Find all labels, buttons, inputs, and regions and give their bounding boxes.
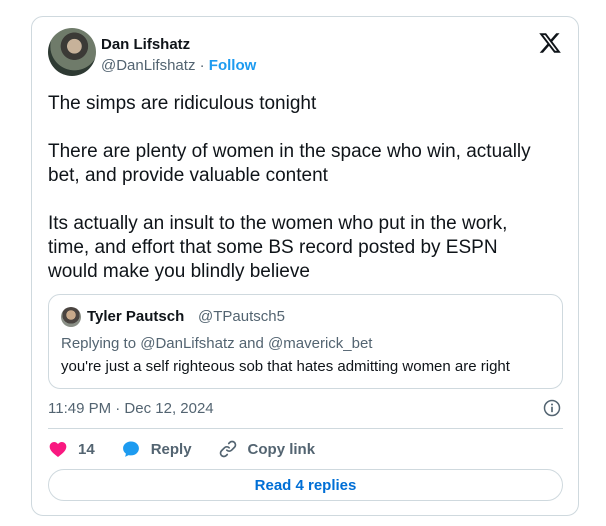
mention-link[interactable]: @DanLifshatz	[140, 335, 234, 352]
author-handle[interactable]: @DanLifshatz	[101, 57, 195, 74]
reply-bubble-icon	[122, 441, 139, 457]
replying-and: and	[234, 335, 269, 352]
replying-to: Replying to @DanLifshatz and @maverick_b…	[61, 335, 372, 353]
copy-link-label: Copy link	[247, 440, 316, 458]
reply-label: Reply	[150, 440, 192, 458]
quoted-author-avatar	[61, 307, 81, 327]
info-icon[interactable]	[542, 398, 562, 418]
tweet-text: The simps are ridiculous tonight There a…	[48, 92, 568, 308]
author-avatar[interactable]	[48, 28, 96, 76]
quoted-tweet-text: you're just a self righteous sob that ha…	[61, 358, 510, 375]
heart-icon	[49, 442, 67, 457]
action-bar: 14 Reply Copy link	[48, 437, 341, 461]
quoted-author-handle: @TPautsch5	[198, 308, 285, 325]
follow-button[interactable]: Follow	[209, 57, 257, 74]
tweet-paragraph: Its actually an insult to the women who …	[48, 213, 508, 282]
tweet-card: Dan Lifshatz @DanLifshatz · Follow The s…	[31, 16, 579, 516]
author-handle-row: @DanLifshatz · Follow	[101, 57, 256, 75]
tweet-paragraph: There are plenty of women in the space w…	[48, 141, 531, 186]
tweet-timestamp[interactable]: 11:49 PM · Dec 12, 2024	[48, 400, 214, 418]
replying-prefix: Replying to	[61, 335, 141, 352]
author-name[interactable]: Dan Lifshatz	[101, 36, 190, 54]
like-count: 14	[78, 440, 95, 458]
tweet-paragraph: The simps are ridiculous tonight	[48, 93, 317, 114]
copy-link-button[interactable]: Copy link	[218, 439, 316, 459]
like-button[interactable]: 14	[48, 439, 95, 459]
quoted-author-name: Tyler Pautsch	[87, 308, 185, 325]
read-replies-button[interactable]: Read 4 replies	[48, 469, 563, 501]
mention-link[interactable]: @maverick_bet	[268, 335, 372, 352]
link-icon	[219, 440, 236, 458]
x-logo-icon[interactable]	[538, 31, 562, 55]
quoted-tweet[interactable]: Tyler Pautsch @TPautsch5 Replying to @Da…	[48, 294, 563, 389]
separator: ·	[199, 57, 205, 74]
divider	[48, 428, 563, 429]
reply-button[interactable]: Reply	[121, 439, 192, 459]
